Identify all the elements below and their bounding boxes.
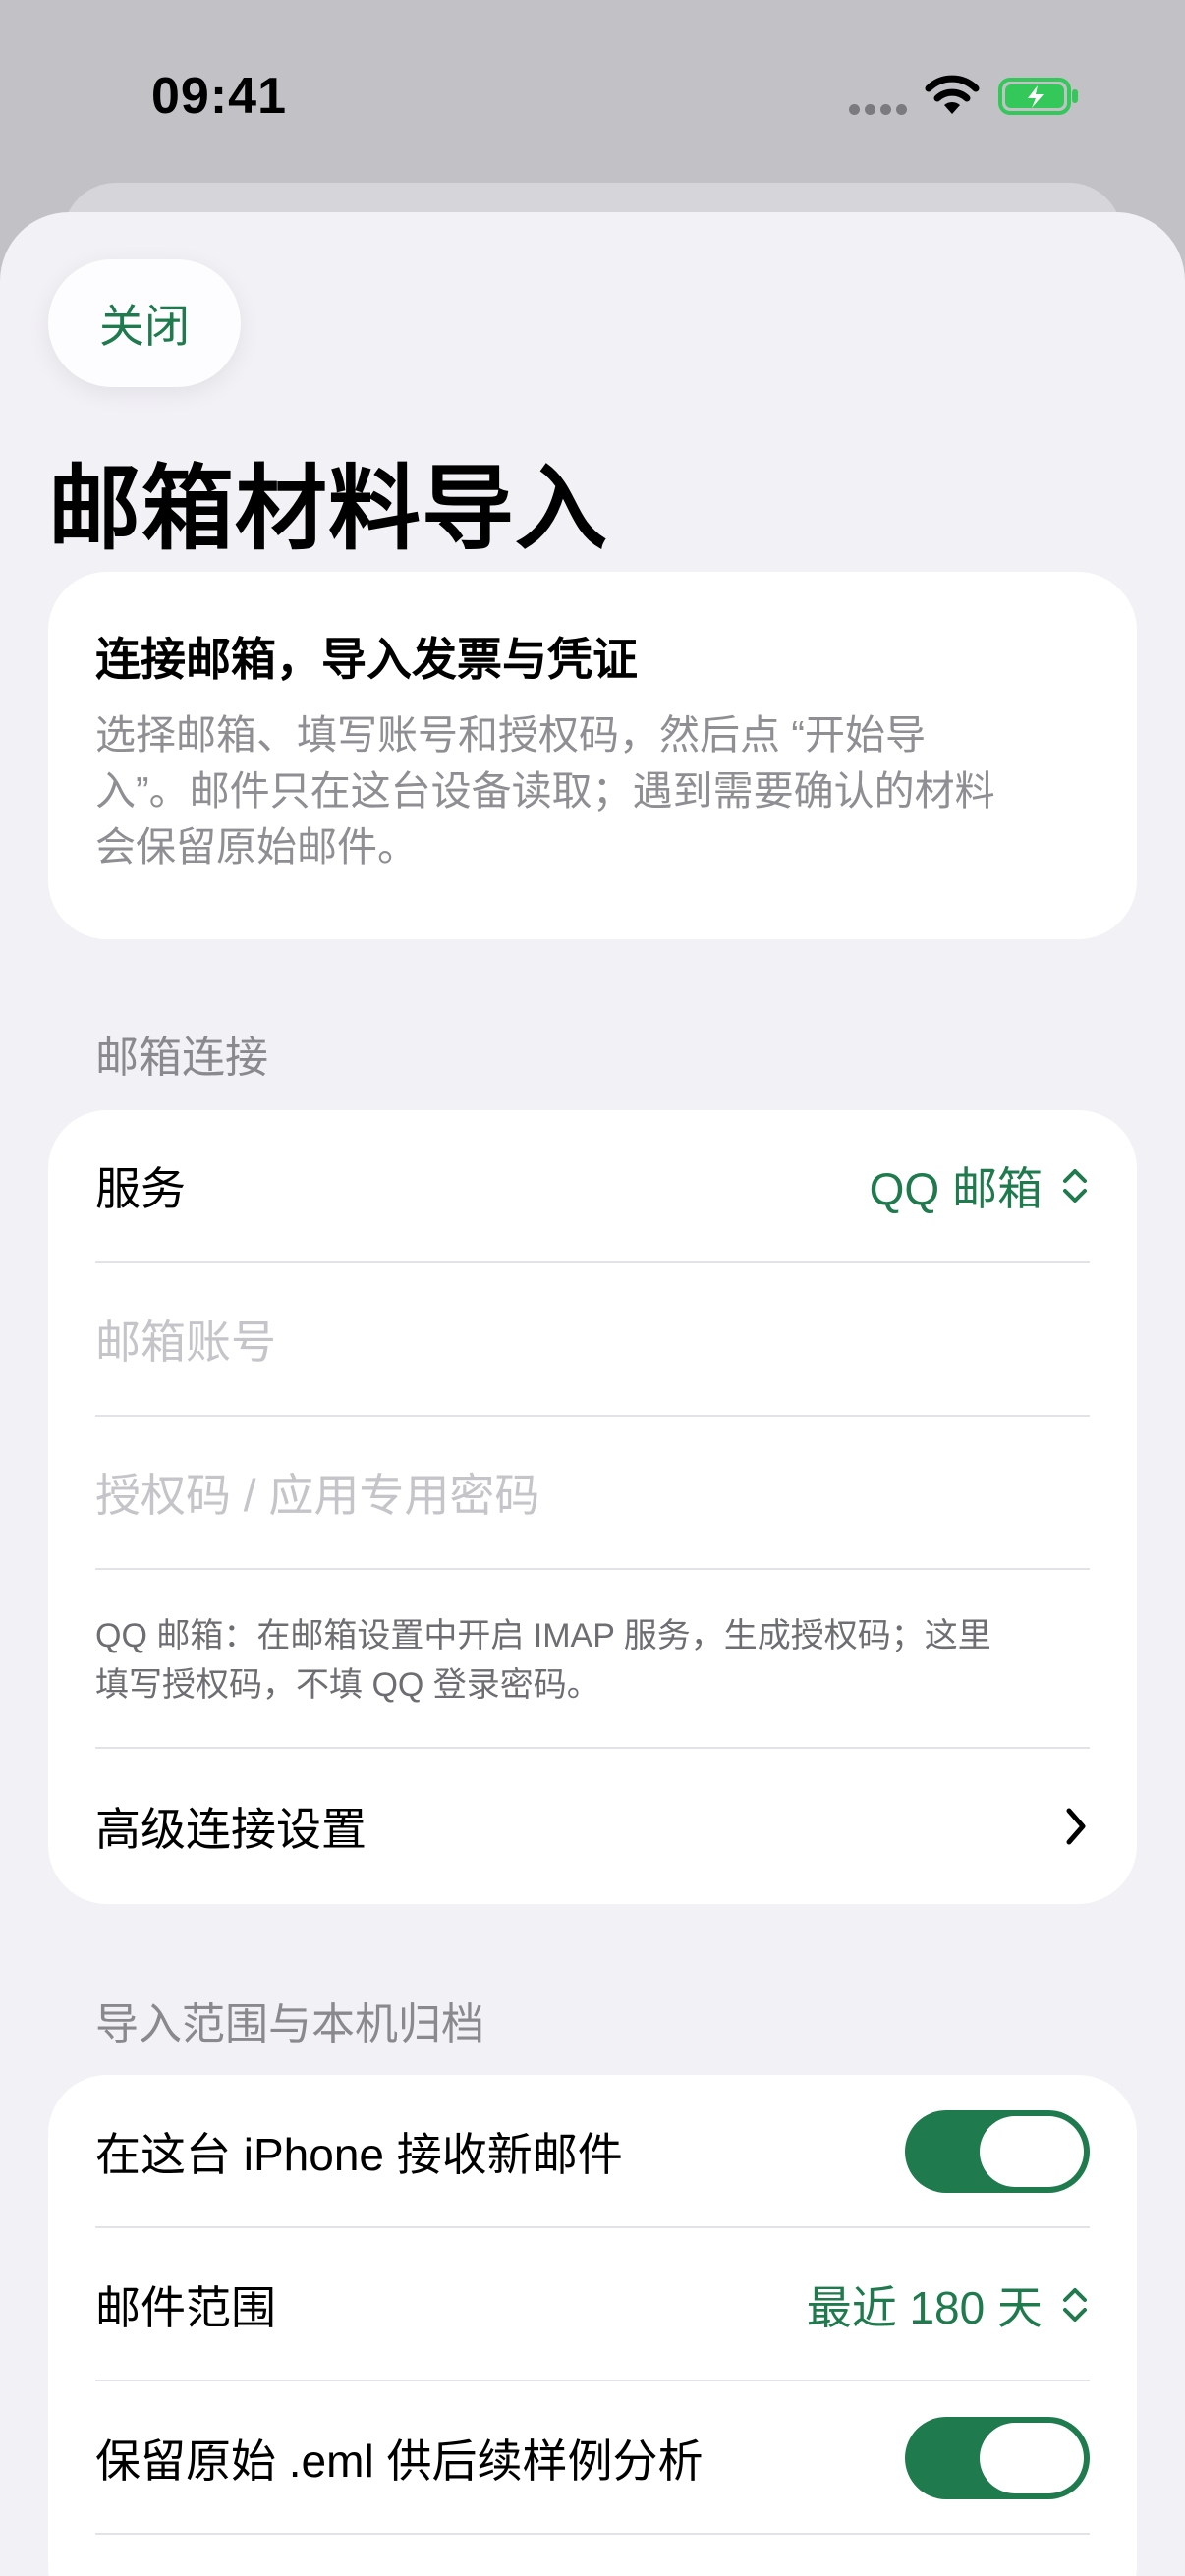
keep-eml-row: 保留原始 .eml 供后续样例分析 [95, 2381, 1090, 2535]
toggle-knob [980, 2423, 1084, 2493]
section-header-connection: 邮箱连接 [95, 1034, 268, 1082]
account-placeholder: 邮箱账号 [95, 1316, 276, 1368]
imap-hint: QQ 邮箱：在邮箱设置中开启 IMAP 服务，生成授权码；这里 填写授权码，不填… [95, 1617, 991, 1704]
chevron-up-down-icon [1063, 2288, 1087, 2322]
page-title: 邮箱材料导入 [48, 457, 609, 560]
mail-range-label: 邮件范围 [95, 2282, 276, 2333]
advanced-settings-label: 高级连接设置 [95, 1804, 367, 1855]
keep-eml-label: 保留原始 .eml 供后续样例分析 [95, 2436, 704, 2487]
close-button[interactable]: 关闭 [48, 259, 241, 387]
advanced-settings-row[interactable]: 高级连接设置 [95, 1749, 1090, 1904]
keep-eml-toggle[interactable] [905, 2417, 1090, 2499]
status-time: 09:41 [151, 68, 287, 125]
receive-mail-toggle[interactable] [905, 2110, 1090, 2193]
divider [95, 2533, 1090, 2535]
auth-code-input[interactable]: 授权码 / 应用专用密码 [95, 1417, 1090, 1568]
service-picker[interactable]: QQ 邮箱 [870, 1153, 1090, 1218]
mail-range-row[interactable]: 邮件范围 最近 180 天 [95, 2228, 1090, 2381]
intro-title: 连接邮箱，导入发票与凭证 [95, 634, 638, 685]
cellular-signal-icon [849, 104, 908, 116]
service-picker-row[interactable]: 服务 QQ 邮箱 [95, 1110, 1090, 1261]
mail-range-value: 最近 180 天 [806, 2282, 1043, 2333]
intro-description: 选择邮箱、填写账号和授权码，然后点 “开始导 入”。邮件只在这台设备读取；遇到需… [95, 712, 995, 869]
mail-range-picker[interactable]: 最近 180 天 [807, 2272, 1090, 2337]
wifi-icon [925, 75, 980, 114]
section-header-scope: 导入范围与本机归档 [95, 2000, 484, 2048]
service-value: QQ 邮箱 [869, 1163, 1043, 1214]
receive-mail-row: 在这台 iPhone 接收新邮件 [95, 2075, 1090, 2228]
status-bar: 09:41 [0, 0, 1185, 187]
auth-code-placeholder: 授权码 / 应用专用密码 [95, 1470, 540, 1521]
receive-mail-label: 在这台 iPhone 接收新邮件 [95, 2129, 623, 2180]
service-label: 服务 [95, 1163, 186, 1214]
battery-charging-icon [998, 78, 1078, 115]
chevron-right-icon [1066, 1808, 1086, 1845]
intro-card: 连接邮箱，导入发票与凭证 选择邮箱、填写账号和授权码，然后点 “开始导 入”。邮… [48, 572, 1137, 939]
toggle-knob [980, 2116, 1084, 2187]
chevron-up-down-icon [1063, 1169, 1087, 1203]
divider [95, 1568, 1090, 1570]
account-input[interactable]: 邮箱账号 [95, 1263, 1090, 1415]
